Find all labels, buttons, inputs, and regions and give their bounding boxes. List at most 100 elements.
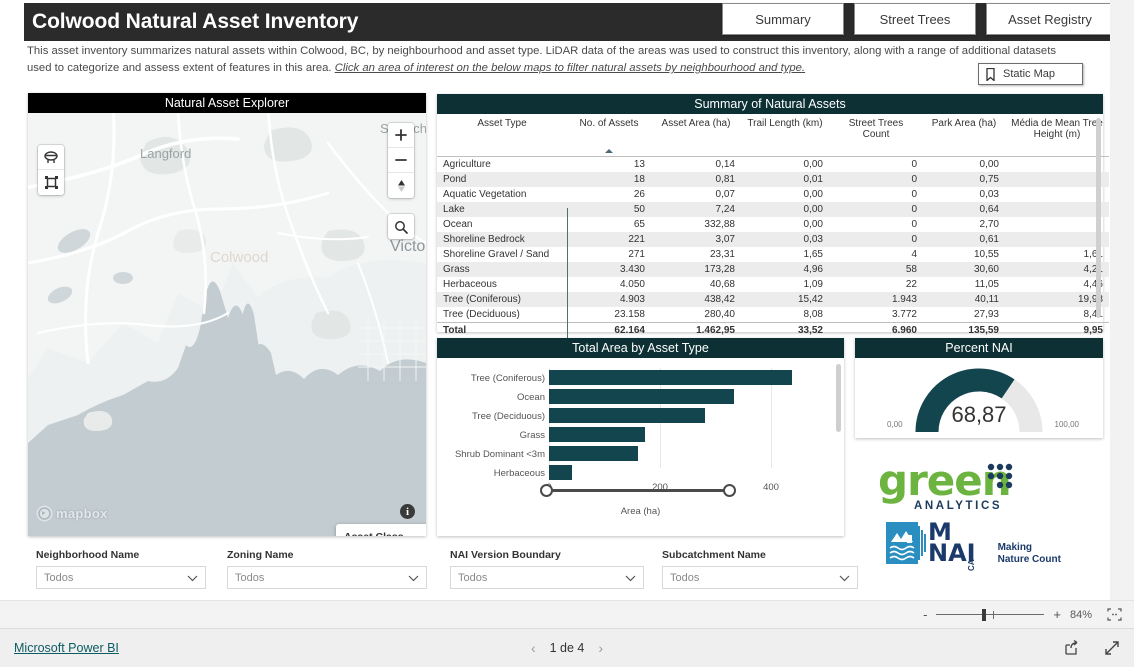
col-no-of-assets[interactable]: No. of Assets bbox=[567, 114, 651, 157]
col-asset-area[interactable]: Asset Area (ha) bbox=[651, 114, 741, 157]
col-mean-tree-height[interactable]: Média de Mean Tree Height (m) bbox=[1005, 114, 1109, 157]
cell-no-of-assets: 271 bbox=[628, 248, 645, 260]
table-row[interactable]: Grass 3.430 173,28 4,96 58 30,60 4,21 bbox=[437, 261, 1109, 277]
cell-asset-type: Agriculture bbox=[443, 158, 491, 170]
table-row[interactable]: Tree (Deciduous) 23.158 280,40 8,08 3.77… bbox=[437, 307, 1109, 323]
filter-dropdown-neighborhood-name[interactable]: Todos bbox=[36, 566, 206, 589]
map-legend: Asset Class Aquatic Beach Vegetated bbox=[336, 524, 426, 536]
bar-chart-scrollbar[interactable] bbox=[836, 364, 841, 432]
table-row[interactable]: Lake 50 7,24 0,00 0 0,64 bbox=[437, 201, 1109, 217]
zoom-in-icon[interactable] bbox=[388, 123, 414, 148]
cell-trail-length: 0,03 bbox=[803, 233, 823, 245]
cell-asset-area: 438,42 bbox=[704, 293, 735, 305]
col-park-area[interactable]: Park Area (ha) bbox=[923, 114, 1005, 157]
bar-0[interactable] bbox=[549, 370, 792, 385]
col-asset-type[interactable]: Asset Type bbox=[437, 114, 567, 157]
table-row[interactable]: Herbaceous 4.050 40,68 1,09 22 11,05 4,4… bbox=[437, 277, 1109, 292]
chevron-down-icon bbox=[839, 569, 850, 587]
zoom-toolbar: - + 84% bbox=[0, 600, 1134, 629]
table-row[interactable]: Agriculture 13 0,14 0,00 0 0,00 bbox=[437, 156, 1109, 172]
description-filter-link[interactable]: Click an area of interest on the below m… bbox=[335, 62, 805, 74]
fit-to-page-icon[interactable] bbox=[1107, 608, 1122, 621]
filter-dropdown-zoning-name[interactable]: Todos bbox=[227, 566, 427, 589]
cell-asset-area: 7,24 bbox=[715, 203, 735, 215]
zoom-slider-thumb[interactable] bbox=[982, 608, 986, 621]
box-select-icon[interactable] bbox=[38, 170, 64, 195]
cell-no-of-assets: 3.430 bbox=[619, 263, 645, 275]
map-info-icon[interactable]: i bbox=[400, 504, 415, 519]
natural-asset-explorer-panel: Natural Asset Explorer Langford Victo Co… bbox=[28, 93, 426, 536]
col-trail-length[interactable]: Trail Length (km) bbox=[741, 114, 829, 157]
filter-nai-version-boundary: NAI Version Boundary Todos bbox=[450, 549, 644, 589]
bar-chart-axis-title: Area (ha) bbox=[620, 506, 661, 517]
tab-asset-registry[interactable]: Asset Registry bbox=[986, 3, 1110, 35]
mapbox-label: mapbox bbox=[56, 506, 108, 521]
cell-no-of-assets: 50 bbox=[633, 203, 645, 215]
total-area-by-asset-type-panel: Total Area by Asset Type Tree (Coniferou… bbox=[437, 338, 844, 536]
static-map-button[interactable]: Static Map bbox=[978, 63, 1083, 85]
table-vertical-scrollbar[interactable] bbox=[1096, 118, 1101, 318]
cell-asset-type: Herbaceous bbox=[443, 278, 497, 290]
cell-street-trees: 58 bbox=[905, 263, 917, 275]
compass-icon[interactable] bbox=[388, 173, 414, 198]
tab-summary[interactable]: Summary bbox=[722, 3, 844, 35]
search-icon[interactable] bbox=[388, 214, 414, 239]
mnai-tagline-line2: Nature Count bbox=[997, 554, 1061, 565]
cell-park-area: 40,11 bbox=[974, 293, 999, 305]
cell-no-of-assets: 18 bbox=[633, 173, 645, 185]
slider-handle-min[interactable] bbox=[540, 484, 553, 497]
filter-dropdown-subcatchment-name[interactable]: Todos bbox=[662, 566, 858, 589]
filter-zoning-name: Zoning Name Todos bbox=[227, 549, 427, 589]
next-page-button[interactable]: › bbox=[598, 640, 603, 656]
bar-1[interactable] bbox=[549, 389, 734, 404]
cell-mean-tree-height: 4,21 bbox=[1083, 263, 1103, 275]
table-row[interactable]: Shoreline Bedrock 221 3,07 0,03 0 0,61 bbox=[437, 231, 1109, 247]
slider-handle-max[interactable] bbox=[723, 484, 736, 497]
tab-street-trees[interactable]: Street Trees bbox=[854, 3, 976, 35]
area-range-slider[interactable] bbox=[540, 484, 736, 497]
bar-5[interactable] bbox=[549, 465, 572, 480]
col-street-trees-count[interactable]: Street Trees Count bbox=[829, 114, 923, 157]
cell-asset-area: 0,14 bbox=[715, 158, 735, 170]
cell-park-area: 30,60 bbox=[973, 263, 999, 275]
microsoft-power-bi-link[interactable]: Microsoft Power BI bbox=[14, 641, 119, 655]
bar-4[interactable] bbox=[549, 446, 638, 461]
cell-street-trees: 3.772 bbox=[891, 308, 917, 320]
cell-street-trees: 1.943 bbox=[891, 293, 917, 305]
table-row[interactable]: Aquatic Vegetation 26 0,07 0,00 0 0,03 bbox=[437, 187, 1109, 202]
mapbox-logo-icon bbox=[36, 505, 53, 522]
filter-value-zoning-name: Todos bbox=[235, 571, 265, 584]
bar-2[interactable] bbox=[549, 408, 705, 423]
cell-asset-type: Pond bbox=[443, 173, 467, 185]
cell-asset-type: Shoreline Gravel / Sand bbox=[443, 248, 550, 260]
bar-label-0: Tree (Coniferous) bbox=[470, 373, 545, 384]
zoom-out-button[interactable]: - bbox=[923, 607, 927, 622]
mapbox-attribution[interactable]: mapbox bbox=[36, 505, 108, 522]
cell-street-trees: 4 bbox=[911, 248, 917, 260]
table-row[interactable]: Pond 18 0,81 0,01 0 0,75 bbox=[437, 171, 1109, 187]
table-row[interactable]: Tree (Coniferous) 4.903 438,42 15,42 1.9… bbox=[437, 291, 1109, 307]
cell-trail-length: 0,00 bbox=[803, 218, 823, 230]
cell-asset-area: 0,81 bbox=[715, 173, 735, 185]
gauge-min-label: 0,00 bbox=[887, 420, 903, 429]
map-search-control bbox=[388, 214, 414, 239]
zoom-slider[interactable] bbox=[936, 608, 1045, 621]
cell-mean-tree-height: 8,41 bbox=[1083, 308, 1103, 320]
fullscreen-icon[interactable] bbox=[1104, 640, 1120, 656]
table-row[interactable]: Shoreline Gravel / Sand 271 23,31 1,65 4… bbox=[437, 247, 1109, 262]
map-canvas[interactable]: Langford Saanich Victoria Colwood bbox=[28, 113, 426, 536]
cell-no-of-assets: 23.158 bbox=[614, 308, 645, 320]
zoom-out-icon[interactable] bbox=[388, 148, 414, 173]
previous-page-button[interactable]: ‹ bbox=[531, 640, 536, 656]
bar-3[interactable] bbox=[549, 427, 645, 442]
lasso-select-icon[interactable] bbox=[38, 145, 64, 170]
share-icon[interactable] bbox=[1064, 640, 1080, 656]
cell-asset-type: Shoreline Bedrock bbox=[443, 233, 525, 245]
green-analytics-dotgrid-icon bbox=[986, 462, 1016, 497]
percent-nai-panel: Percent NAI 68,87 0,00 100,00 bbox=[855, 338, 1103, 438]
page-navigator: ‹ 1 de 4 › bbox=[531, 640, 603, 656]
filter-dropdown-nai-version-boundary[interactable]: Todos bbox=[450, 566, 644, 589]
cell-asset-type: Lake bbox=[443, 203, 465, 215]
zoom-in-button[interactable]: + bbox=[1053, 607, 1061, 622]
table-row[interactable]: Ocean 65 332,88 0,00 0 2,70 bbox=[437, 217, 1109, 232]
